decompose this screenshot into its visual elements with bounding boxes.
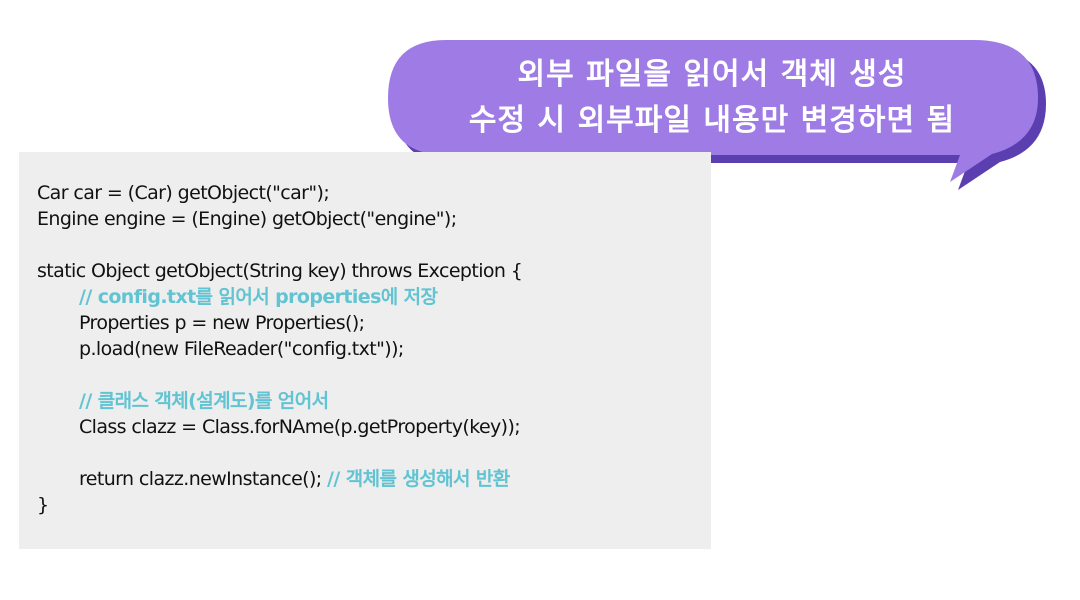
- code-text: return clazz.newInstance();: [79, 468, 328, 490]
- code-line: Car car = (Car) getObject("car");: [37, 182, 330, 204]
- code-block: Car car = (Car) getObject("car"); Engine…: [37, 180, 523, 518]
- code-line: p.load(new FileReader("config.txt"));: [79, 338, 404, 360]
- code-comment: // 클래스 객체(설계도)를 얻어서: [79, 390, 329, 412]
- code-line: }: [37, 494, 49, 516]
- code-line: static Object getObject(String key) thro…: [37, 260, 523, 282]
- code-line: Engine engine = (Engine) getObject("engi…: [37, 208, 457, 230]
- speech-bubble-line-1: 외부 파일을 읽어서 객체 생성: [517, 57, 907, 92]
- speech-bubble-text: 외부 파일을 읽어서 객체 생성 수정 시 외부파일 내용만 변경하면 됨: [392, 42, 1032, 154]
- code-comment: // config.txt를 읽어서 properties에 저장: [79, 286, 438, 308]
- code-comment: // 객체를 생성해서 반환: [327, 468, 510, 490]
- code-line: Properties p = new Properties();: [79, 312, 365, 334]
- speech-bubble-line-2: 수정 시 외부파일 내용만 변경하면 됨: [468, 103, 956, 138]
- code-line: return clazz.newInstance(); // 객체를 생성해서 …: [37, 466, 522, 492]
- code-line: Class clazz = Class.forNAme(p.getPropert…: [79, 416, 521, 438]
